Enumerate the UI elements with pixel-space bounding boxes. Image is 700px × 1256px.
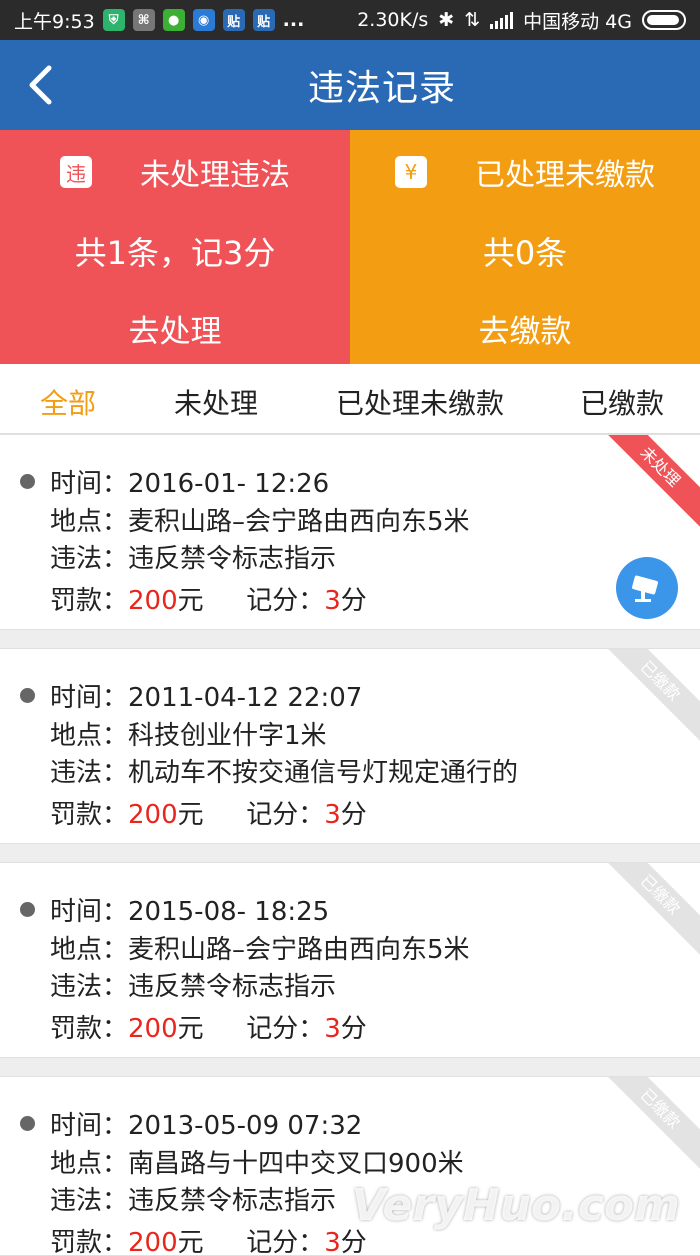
record-card[interactable]: 未处理 时间：2016-01- 12:26 地点：麦积山路–会宁路由西向东5米 …: [0, 434, 700, 630]
net-speed: 2.30K/s: [357, 9, 428, 31]
place-label: 地点：: [50, 507, 128, 537]
place-label: 地点：: [50, 721, 128, 751]
signal-icon: [490, 11, 513, 29]
status-bar: 上午9:53 ⛨ ⌘ ● ◉ 贴 贴 ... 2.30K/s ✱ ⇅ 中国移动 …: [0, 0, 700, 40]
qq-icon: ◉: [193, 9, 215, 31]
status-ribbon: 已缴款: [594, 1076, 700, 1175]
points-label: 记分：: [246, 800, 324, 830]
tieba-icon: 贴: [253, 9, 275, 31]
summary-panels: 违 未处理违法 共1条，记3分 去处理 ¥ 已处理未缴款 共0条 去缴款: [0, 130, 700, 364]
chevron-left-icon: [27, 65, 53, 105]
app-icon: ⌘: [133, 9, 155, 31]
fen-unit: 分: [341, 1228, 367, 1256]
bullet-icon: [20, 1116, 35, 1131]
record-fine: 200: [128, 800, 178, 830]
more-notifications-icon: ...: [283, 9, 305, 31]
fine-label: 罚款：: [50, 800, 128, 830]
filter-tabs: 全部 未处理 已处理未缴款 已缴款: [0, 364, 700, 434]
points-label: 记分：: [246, 586, 324, 616]
unprocessed-summary: 共1条，记3分: [0, 228, 350, 274]
unpaid-title: 已处理未缴款: [475, 150, 655, 194]
watermark: VeryHuo.com: [352, 1180, 680, 1231]
bullet-icon: [20, 902, 35, 917]
record-place: 麦积山路–会宁路由西向东5米: [128, 507, 470, 537]
record-fine: 200: [128, 1014, 178, 1044]
carrier: 中国移动 4G: [523, 7, 632, 34]
bullet-icon: [20, 474, 35, 489]
time-label: 时间：: [50, 1111, 128, 1141]
data-transfer-icon: ⇅: [464, 9, 480, 31]
shield-icon: ⛨: [103, 9, 125, 31]
yuan-unit: 元: [178, 800, 204, 830]
record-time: 2015-08- 18:25: [128, 897, 329, 927]
bluetooth-icon: ✱: [438, 9, 454, 31]
record-place: 科技创业什字1米: [128, 721, 327, 751]
record-time: 2011-04-12 22:07: [128, 683, 362, 713]
fine-label: 罚款：: [50, 1228, 128, 1256]
record-fine: 200: [128, 1228, 178, 1256]
record-card[interactable]: 已缴款 时间：2011-04-12 22:07 地点：科技创业什字1米 违法：机…: [0, 648, 700, 844]
place-label: 地点：: [50, 1149, 128, 1179]
tab-processed-unpaid[interactable]: 已处理未缴款: [336, 382, 504, 422]
go-process-button[interactable]: 去处理: [0, 306, 350, 351]
fen-unit: 分: [341, 1014, 367, 1044]
unpaid-summary: 共0条: [350, 228, 700, 274]
unpaid-panel[interactable]: ¥ 已处理未缴款 共0条 去缴款: [350, 130, 700, 364]
place-label: 地点：: [50, 935, 128, 965]
tieba-icon: 贴: [223, 9, 245, 31]
record-violation: 机动车不按交通信号灯规定通行的: [128, 758, 518, 788]
record-fine: 200: [128, 586, 178, 616]
time-label: 时间：: [50, 683, 128, 713]
unprocessed-title: 未处理违法: [140, 150, 290, 194]
yuan-badge-icon: ¥: [395, 156, 427, 188]
points-label: 记分：: [246, 1014, 324, 1044]
fine-label: 罚款：: [50, 1014, 128, 1044]
record-violation: 违反禁令标志指示: [128, 1186, 336, 1216]
violation-label: 违法：: [50, 544, 128, 574]
status-ribbon: 已缴款: [594, 862, 700, 961]
go-pay-button[interactable]: 去缴款: [350, 306, 700, 351]
status-ribbon: 未处理: [594, 434, 700, 533]
record-time: 2016-01- 12:26: [128, 469, 329, 499]
yuan-unit: 元: [178, 1228, 204, 1256]
status-ribbon: 已缴款: [594, 648, 700, 747]
record-violation: 违反禁令标志指示: [128, 972, 336, 1002]
unprocessed-panel[interactable]: 违 未处理违法 共1条，记3分 去处理: [0, 130, 350, 364]
violation-label: 违法：: [50, 758, 128, 788]
app-header: 违法记录: [0, 40, 700, 130]
tab-unprocessed[interactable]: 未处理: [174, 382, 258, 422]
tab-all[interactable]: 全部: [40, 382, 96, 422]
status-time: 上午9:53: [14, 7, 95, 34]
bullet-icon: [20, 688, 35, 703]
record-place: 麦积山路–会宁路由西向东5米: [128, 935, 470, 965]
camera-icon: [629, 572, 665, 604]
page-title: 违法记录: [308, 59, 456, 111]
time-label: 时间：: [50, 469, 128, 499]
wechat-icon: ●: [163, 9, 185, 31]
record-time: 2013-05-09 07:32: [128, 1111, 362, 1141]
violation-badge-icon: 违: [60, 156, 92, 188]
record-points: 3: [324, 1228, 341, 1256]
battery-icon: [642, 10, 686, 30]
points-label: 记分：: [246, 1228, 324, 1256]
yuan-unit: 元: [178, 586, 204, 616]
fine-label: 罚款：: [50, 586, 128, 616]
record-points: 3: [324, 1014, 341, 1044]
record-violation: 违反禁令标志指示: [128, 544, 336, 574]
record-points: 3: [324, 586, 341, 616]
camera-button[interactable]: [616, 557, 678, 619]
back-button[interactable]: [0, 40, 80, 130]
violation-label: 违法：: [50, 972, 128, 1002]
time-label: 时间：: [50, 897, 128, 927]
fen-unit: 分: [341, 800, 367, 830]
yuan-unit: 元: [178, 1014, 204, 1044]
fen-unit: 分: [341, 586, 367, 616]
record-place: 南昌路与十四中交叉口900米: [128, 1149, 464, 1179]
tab-paid[interactable]: 已缴款: [580, 382, 664, 422]
record-card[interactable]: 已缴款 时间：2015-08- 18:25 地点：麦积山路–会宁路由西向东5米 …: [0, 862, 700, 1058]
record-points: 3: [324, 800, 341, 830]
violation-label: 违法：: [50, 1186, 128, 1216]
